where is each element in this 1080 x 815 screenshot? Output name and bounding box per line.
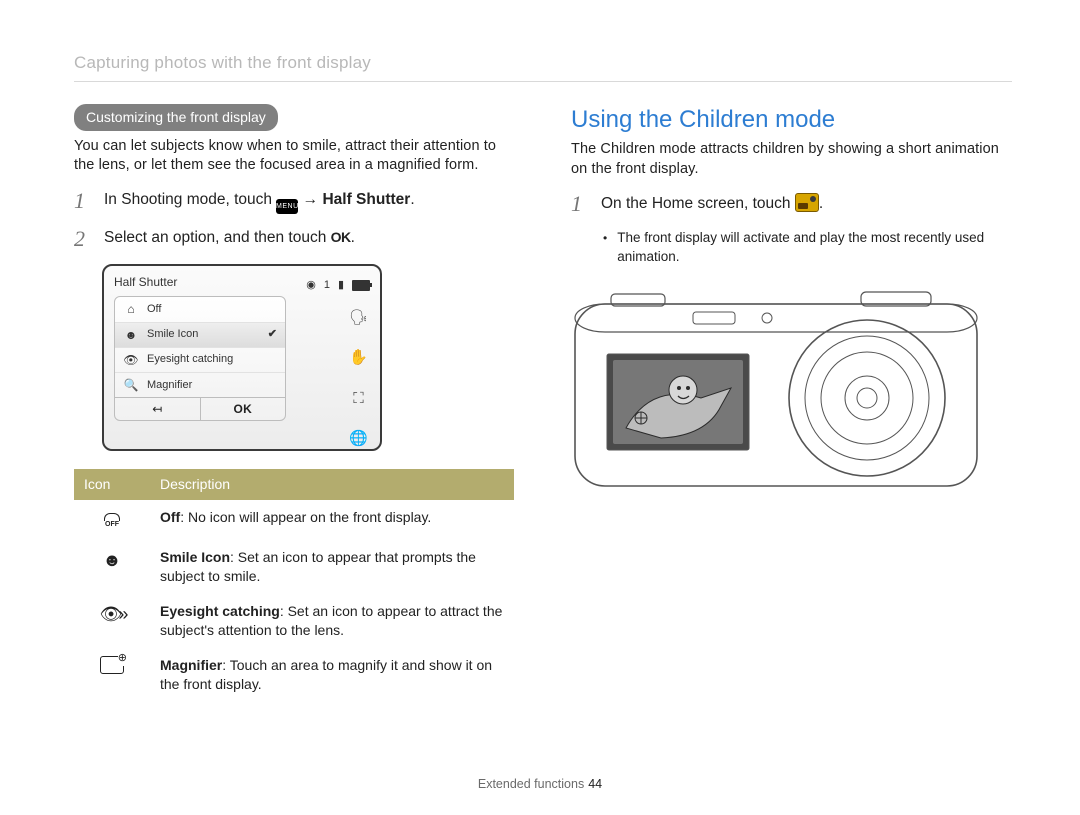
back-button[interactable]: ↤	[115, 398, 200, 420]
step-1-right: On the Home screen, touch .	[601, 193, 1012, 215]
off-icon: ⌂	[123, 301, 139, 317]
eye-icon: 👁»	[100, 604, 125, 624]
menu-item-off[interactable]: ⌂ Off	[115, 297, 285, 321]
hand-icon: ✋	[349, 348, 368, 368]
magnifier-icon	[100, 656, 124, 674]
battery-icon	[352, 280, 370, 291]
eye-icon: 👁	[123, 352, 139, 368]
status-bar: ◉ 1 ▮	[306, 278, 370, 293]
check-icon: ✔	[268, 327, 277, 342]
step-number: 2	[74, 228, 90, 250]
step-number: 1	[74, 190, 90, 212]
step-number: 1	[571, 193, 587, 215]
left-intro: You can let subjects know when to smile,…	[74, 137, 515, 176]
section-tag: Customizing the front display	[74, 104, 278, 131]
children-mode-icon	[795, 193, 819, 212]
footer: Extended functions44	[0, 776, 1080, 793]
focus-icon: ⛶	[353, 389, 364, 409]
smile-icon: ☻	[74, 540, 150, 594]
menu-list: ⌂ Off ☻ Smile Icon ✔ 👁 Eyesight catching…	[114, 296, 286, 421]
step-1: In Shooting mode, touch MENU → Half Shut…	[104, 190, 515, 214]
menu-item-smile[interactable]: ☻ Smile Icon ✔	[115, 322, 285, 347]
table-row: 👁» Eyesight catching: Set an icon to app…	[74, 594, 514, 648]
step-2: Select an option, and then touch OK.	[104, 228, 515, 249]
globe-icon: 🌐	[349, 429, 368, 449]
camera-menu-screenshot: Half Shutter ◉ 1 ▮ ⌂ Off ☻ Smi	[102, 264, 382, 451]
breadcrumb: Capturing photos with the front display	[74, 52, 1012, 82]
camera-illustration	[571, 288, 981, 490]
ok-icon: OK	[331, 229, 351, 245]
table-row: Magnifier: Touch an area to magnify it a…	[74, 648, 514, 702]
off-icon: OFF	[101, 513, 123, 529]
table-header-desc: Description	[150, 469, 514, 500]
right-intro: The Children mode attracts children by s…	[571, 140, 1012, 179]
magnifier-icon: 🔍	[123, 377, 139, 393]
sd-icon: ▮	[338, 278, 344, 293]
mode-icon: ◉	[306, 278, 316, 293]
table-header-icon: Icon	[74, 469, 150, 500]
table-row: OFF Off: No icon will appear on the fron…	[74, 500, 514, 540]
ok-button[interactable]: OK	[200, 398, 286, 420]
counter: 1	[324, 278, 330, 293]
step-1-bullet: • The front display will activate and pl…	[603, 229, 1012, 265]
menu-item-magnifier[interactable]: 🔍 Magnifier	[115, 372, 285, 397]
head-icon: 🗣	[349, 308, 368, 328]
menu-icon: MENU	[276, 199, 298, 214]
menu-item-eyesight[interactable]: 👁 Eyesight catching	[115, 347, 285, 372]
page-title: Using the Children mode	[571, 104, 1012, 136]
table-row: ☻ Smile Icon: Set an icon to appear that…	[74, 540, 514, 594]
menu-title: Half Shutter	[114, 274, 177, 290]
smile-icon: ☻	[123, 327, 139, 343]
icon-description-table: Icon Description OFF Off: No icon will a…	[74, 469, 514, 702]
